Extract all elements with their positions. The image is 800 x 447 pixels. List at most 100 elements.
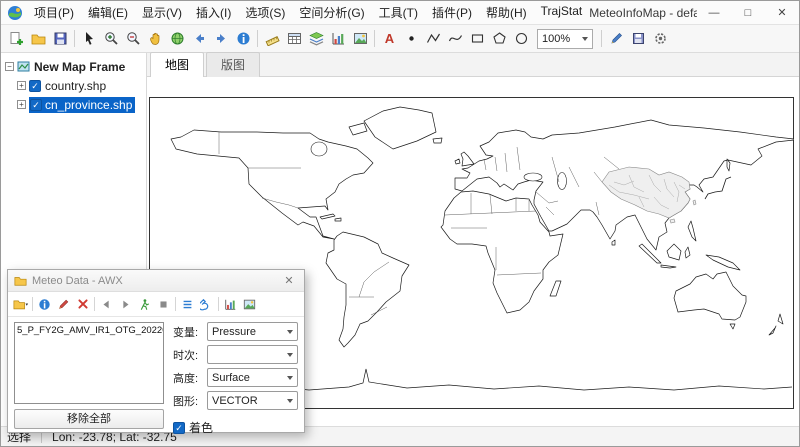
draw-point-button[interactable] [400, 28, 422, 50]
colored-label: 着色 [189, 419, 213, 436]
data-chart-button[interactable] [221, 295, 240, 314]
arrow-right-icon [214, 31, 229, 46]
file-listbox[interactable]: 5_P_FY2G_AMV_IR1_OTG_20220520_0530.AWX [14, 322, 164, 404]
level-value: Surface [212, 372, 250, 384]
zoom-out-button[interactable] [122, 28, 144, 50]
save-icon [53, 31, 68, 46]
polyline-icon [426, 31, 441, 46]
ruler-icon [265, 31, 280, 46]
layers-button[interactable] [305, 28, 327, 50]
menu-item-insert[interactable]: 插入(I) [189, 1, 238, 24]
layer-row-cn-province[interactable]: + ✓ cn_province.shp [3, 95, 144, 114]
minimize-button[interactable]: — [697, 1, 731, 24]
chevron-down-icon [287, 353, 293, 357]
variable-label: 变量: [173, 324, 207, 340]
layer-checkbox[interactable]: ✓ [30, 99, 42, 111]
stop-animate-button[interactable] [154, 295, 173, 314]
menu-item-options[interactable]: 选项(S) [238, 1, 292, 24]
previous-step-button[interactable] [97, 295, 116, 314]
zoom-in-button[interactable] [100, 28, 122, 50]
save-project-button[interactable] [49, 28, 71, 50]
expander-icon[interactable]: + [17, 81, 26, 90]
graphic-select[interactable]: VECTOR [207, 391, 298, 410]
menu-item-plugins[interactable]: 插件(P) [425, 1, 479, 24]
next-step-button[interactable] [116, 295, 135, 314]
menu-item-tools[interactable]: 工具(T) [372, 1, 425, 24]
menu-item-view[interactable]: 显示(V) [135, 1, 189, 24]
zoom-level-combo[interactable]: 100% [537, 29, 593, 49]
draw-curve-button[interactable] [444, 28, 466, 50]
run-figure-icon [138, 298, 151, 311]
draw-data-button[interactable] [54, 295, 73, 314]
colored-checkbox-row: ✓ 着色 [173, 419, 298, 436]
variable-value: Pressure [212, 326, 256, 338]
open-data-button[interactable] [11, 295, 30, 314]
layer-label[interactable]: country.shp [45, 79, 106, 93]
zoom-out-icon [126, 31, 141, 46]
data-info-button[interactable] [35, 295, 54, 314]
info-icon [236, 31, 251, 46]
open-project-button[interactable] [27, 28, 49, 50]
draw-circle-button[interactable] [510, 28, 532, 50]
settings-button[interactable] [649, 28, 671, 50]
expander-icon[interactable]: − [5, 62, 14, 71]
tab-map[interactable]: 地图 [150, 52, 204, 77]
app-window: 项目(P) 编辑(E) 显示(V) 插入(I) 选项(S) 空间分析(G) 工具… [0, 0, 800, 447]
layer-checkbox[interactable]: ✓ [29, 80, 41, 92]
remove-data-button[interactable] [73, 295, 92, 314]
label-button[interactable]: A [378, 28, 400, 50]
chart-button[interactable] [327, 28, 349, 50]
remove-all-button[interactable]: 移除全部 [14, 409, 164, 429]
menu-item-project[interactable]: 项目(P) [27, 1, 81, 24]
draw-polyline-button[interactable] [422, 28, 444, 50]
curve-icon [448, 31, 463, 46]
red-pencil-icon [57, 298, 70, 311]
layer-row-country[interactable]: + ✓ country.shp [3, 76, 144, 95]
layer-label[interactable]: cn_province.shp [45, 98, 132, 112]
main-toolbar: A 100% [1, 25, 799, 53]
dialog-close-icon[interactable]: ✕ [280, 273, 298, 289]
animate-button[interactable] [135, 295, 154, 314]
sections-button[interactable] [178, 295, 197, 314]
cursor-icon [82, 31, 97, 46]
menu-item-edit[interactable]: 编辑(E) [81, 1, 135, 24]
maximize-button[interactable]: □ [731, 1, 765, 24]
edit-button[interactable] [605, 28, 627, 50]
select-button[interactable] [78, 28, 100, 50]
selected-layer-highlight[interactable]: ✓ cn_province.shp [29, 97, 135, 113]
draw-rectangle-button[interactable] [466, 28, 488, 50]
menu-item-help[interactable]: 帮助(H) [479, 1, 534, 24]
data-settings-button[interactable] [197, 295, 216, 314]
point-icon [404, 31, 419, 46]
tab-layout[interactable]: 版图 [206, 52, 260, 77]
menu-item-trajstat[interactable]: TrajStat [534, 1, 590, 24]
menu-item-spatial-analysis[interactable]: 空间分析(G) [292, 1, 371, 24]
globe-icon [170, 31, 185, 46]
level-label: 高度: [173, 370, 207, 386]
colored-checkbox[interactable]: ✓ [173, 422, 185, 434]
close-button[interactable]: ✕ [765, 1, 799, 24]
new-project-button[interactable] [5, 28, 27, 50]
save-edit-button[interactable] [627, 28, 649, 50]
next-extent-button[interactable] [210, 28, 232, 50]
level-select[interactable]: Surface [207, 368, 298, 387]
attribute-table-button[interactable] [283, 28, 305, 50]
file-list-item[interactable]: 5_P_FY2G_AMV_IR1_OTG_20220520_0530.AWX [15, 323, 163, 338]
expander-icon[interactable]: + [17, 100, 26, 109]
titlebar[interactable]: 项目(P) 编辑(E) 显示(V) 插入(I) 选项(S) 空间分析(G) 工具… [1, 1, 799, 25]
full-extent-button[interactable] [166, 28, 188, 50]
previous-extent-button[interactable] [188, 28, 210, 50]
image-button[interactable] [349, 28, 371, 50]
layers-icon [309, 31, 324, 46]
identify-button[interactable] [232, 28, 254, 50]
data-image-button[interactable] [240, 295, 259, 314]
dialog-titlebar[interactable]: Meteo Data - AWX ✕ [8, 270, 304, 292]
time-select[interactable] [207, 345, 298, 364]
pan-button[interactable] [144, 28, 166, 50]
map-frame-node[interactable]: − New Map Frame [3, 57, 144, 76]
meteo-data-dialog: Meteo Data - AWX ✕ 5_P_FY2G_AMV_IR1_ [7, 269, 305, 433]
draw-polygon-button[interactable] [488, 28, 510, 50]
zoom-level-value: 100% [542, 33, 570, 45]
measure-button[interactable] [261, 28, 283, 50]
variable-select[interactable]: Pressure [207, 322, 298, 341]
